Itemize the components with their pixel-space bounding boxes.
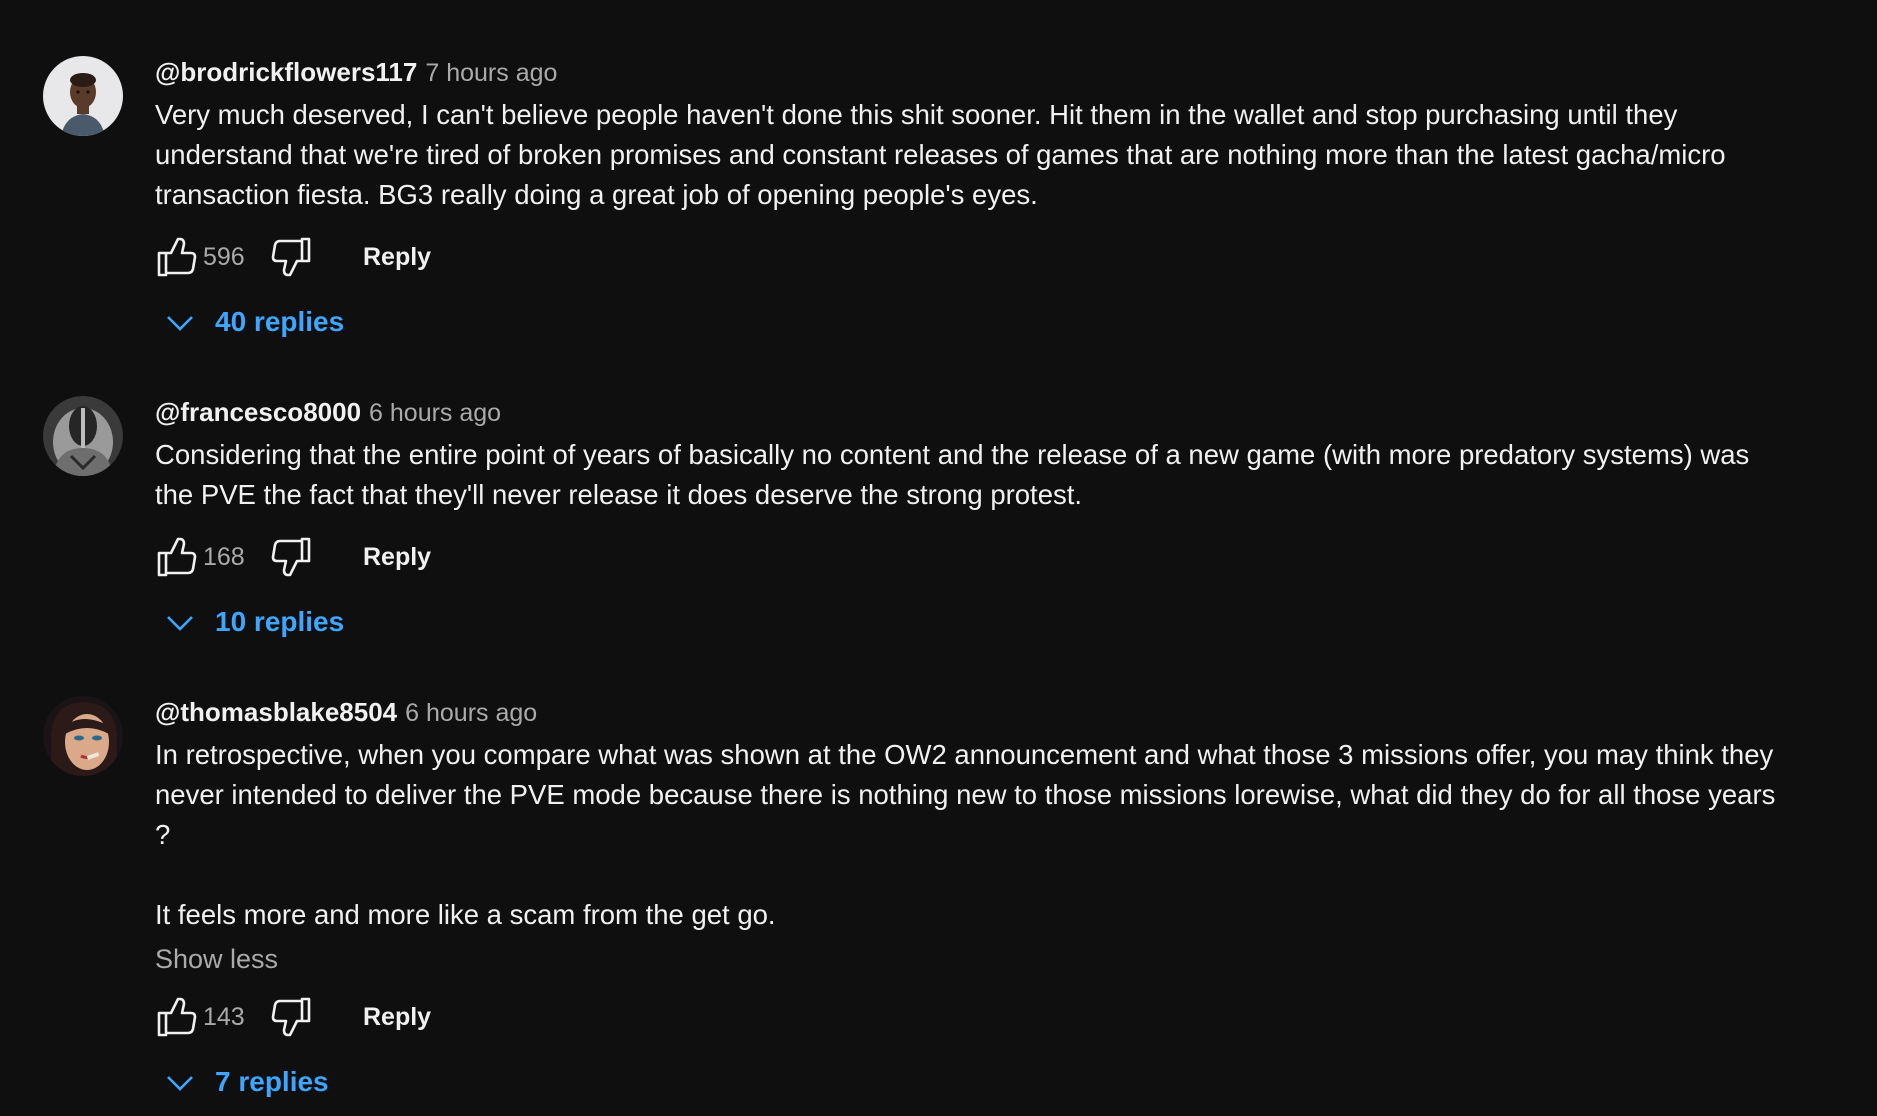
like-button[interactable] (155, 235, 199, 279)
comment-body: @francesco8000 6 hours ago Considering th… (155, 396, 1795, 643)
chevron-down-icon (167, 616, 193, 631)
chevron-down-icon (167, 1076, 193, 1091)
like-button[interactable] (155, 535, 199, 579)
avatar[interactable] (43, 56, 123, 136)
like-count: 168 (203, 543, 245, 571)
view-replies-button[interactable]: 7 replies (155, 1063, 1795, 1103)
comment-header: @francesco8000 6 hours ago (155, 396, 1795, 429)
show-less-button[interactable]: Show less (155, 941, 1795, 977)
reply-button[interactable]: Reply (363, 541, 431, 573)
thumbs-up-icon (157, 537, 197, 577)
thumbs-down-icon (271, 997, 311, 1037)
comment-text: Considering that the entire point of yea… (155, 435, 1795, 515)
comment-time[interactable]: 6 hours ago (405, 699, 537, 727)
reply-button[interactable]: Reply (363, 1001, 431, 1033)
comment-header: @brodrickflowers117 7 hours ago (155, 56, 1795, 89)
comment-actions: 596 Reply (155, 235, 1795, 281)
replies-count-label: 40 replies (215, 306, 345, 337)
comment-paragraph: It feels more and more like a scam from … (155, 899, 776, 930)
like-button[interactable] (155, 995, 199, 1039)
like-count: 143 (203, 1003, 245, 1031)
replies-count-label: 10 replies (215, 606, 345, 637)
chevron-down-icon (167, 316, 193, 331)
view-replies-button[interactable]: 40 replies (155, 303, 1795, 343)
comment-paragraph: Very much deserved, I can't believe peop… (155, 99, 1726, 210)
thumbs-up-icon (157, 997, 197, 1037)
thumbs-up-icon (157, 237, 197, 277)
author-name[interactable]: @brodrickflowers117 (155, 57, 417, 87)
comment-text: In retrospective, when you compare what … (155, 735, 1795, 935)
avatar[interactable] (43, 396, 123, 476)
author-name[interactable]: @thomasblake8504 (155, 697, 397, 727)
avatar[interactable] (43, 696, 123, 776)
comment-time[interactable]: 6 hours ago (369, 399, 501, 427)
comment-text: Very much deserved, I can't believe peop… (155, 95, 1795, 215)
comment-actions: 168 Reply (155, 535, 1795, 581)
thumbs-down-icon (271, 537, 311, 577)
dislike-button[interactable] (269, 235, 313, 279)
reply-button[interactable]: Reply (363, 241, 431, 273)
thumbs-down-icon (271, 237, 311, 277)
like-count: 596 (203, 243, 245, 271)
comment-paragraph: In retrospective, when you compare what … (155, 739, 1776, 850)
comment-body: @brodrickflowers117 7 hours ago Very much… (155, 56, 1795, 343)
dislike-button[interactable] (269, 995, 313, 1039)
comment-actions: 143 Reply (155, 995, 1795, 1041)
comment-time[interactable]: 7 hours ago (425, 59, 557, 87)
comment-body: @thomasblake8504 6 hours ago In retrospec… (155, 696, 1795, 1103)
comment-paragraph: Considering that the entire point of yea… (155, 439, 1750, 510)
comment-header: @thomasblake8504 6 hours ago (155, 696, 1795, 729)
replies-count-label: 7 replies (215, 1066, 329, 1097)
view-replies-button[interactable]: 10 replies (155, 603, 1795, 643)
dislike-button[interactable] (269, 535, 313, 579)
author-name[interactable]: @francesco8000 (155, 397, 361, 427)
